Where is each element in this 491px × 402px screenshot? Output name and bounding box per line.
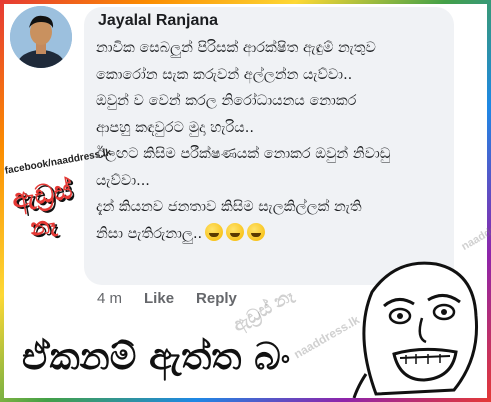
grinning-sweat-emoji-icon: [247, 222, 266, 241]
comment-line-last: නිසා පැතිරුනාලු..: [96, 222, 446, 247]
comment-line: ඔවුන් ව වෙන් කරල නිරෝධායනය නොකර: [96, 93, 357, 109]
profile-photo: [10, 6, 72, 68]
comment-line: නාවික සෙබලුන් පිරිසක් ආරක්ෂිත ඇඳුම් නැතු…: [96, 40, 376, 56]
reply-button[interactable]: Reply: [196, 290, 237, 307]
comment-author[interactable]: Jayalal Ranjana: [98, 12, 218, 30]
comment-line: යැව්වා...: [96, 172, 150, 189]
grinning-sweat-emoji-icon: [205, 222, 224, 241]
timestamp: 4 m: [97, 290, 123, 307]
grinning-sweat-emoji-icon: [226, 222, 245, 241]
comment-line: ඊලඟට කිසිම පරීක්ෂණයක් නොකර ඔවුන් නිවාඩු: [96, 146, 391, 162]
rage-face-illustration: [352, 261, 478, 398]
brand-logo-sub: නෑ: [27, 209, 59, 243]
comment-line: දැන් කියනව ජනතාව කිසිම සැලකිල්ලක් නැති: [96, 199, 362, 215]
comment-text: නාවික සෙබලුන් පිරිසක් ආරක්ෂිත ඇඳුම් නැතු…: [96, 36, 446, 248]
comment-actions: 4 m Like Reply: [97, 290, 237, 307]
avatar[interactable]: [10, 6, 72, 68]
comment-line-text: නිසා පැතිරුනාලු..: [96, 225, 203, 242]
like-button[interactable]: Like: [144, 290, 174, 307]
comment-line: ආපහු කඳවුරට මුදා හැරිය..: [96, 119, 254, 136]
meme-caption: ඒකනම් ඇත්ත බං: [22, 335, 291, 378]
comment-line: කොරෝන සැක කරුවන් අල්ලන්න යැව්වා..: [96, 66, 353, 83]
